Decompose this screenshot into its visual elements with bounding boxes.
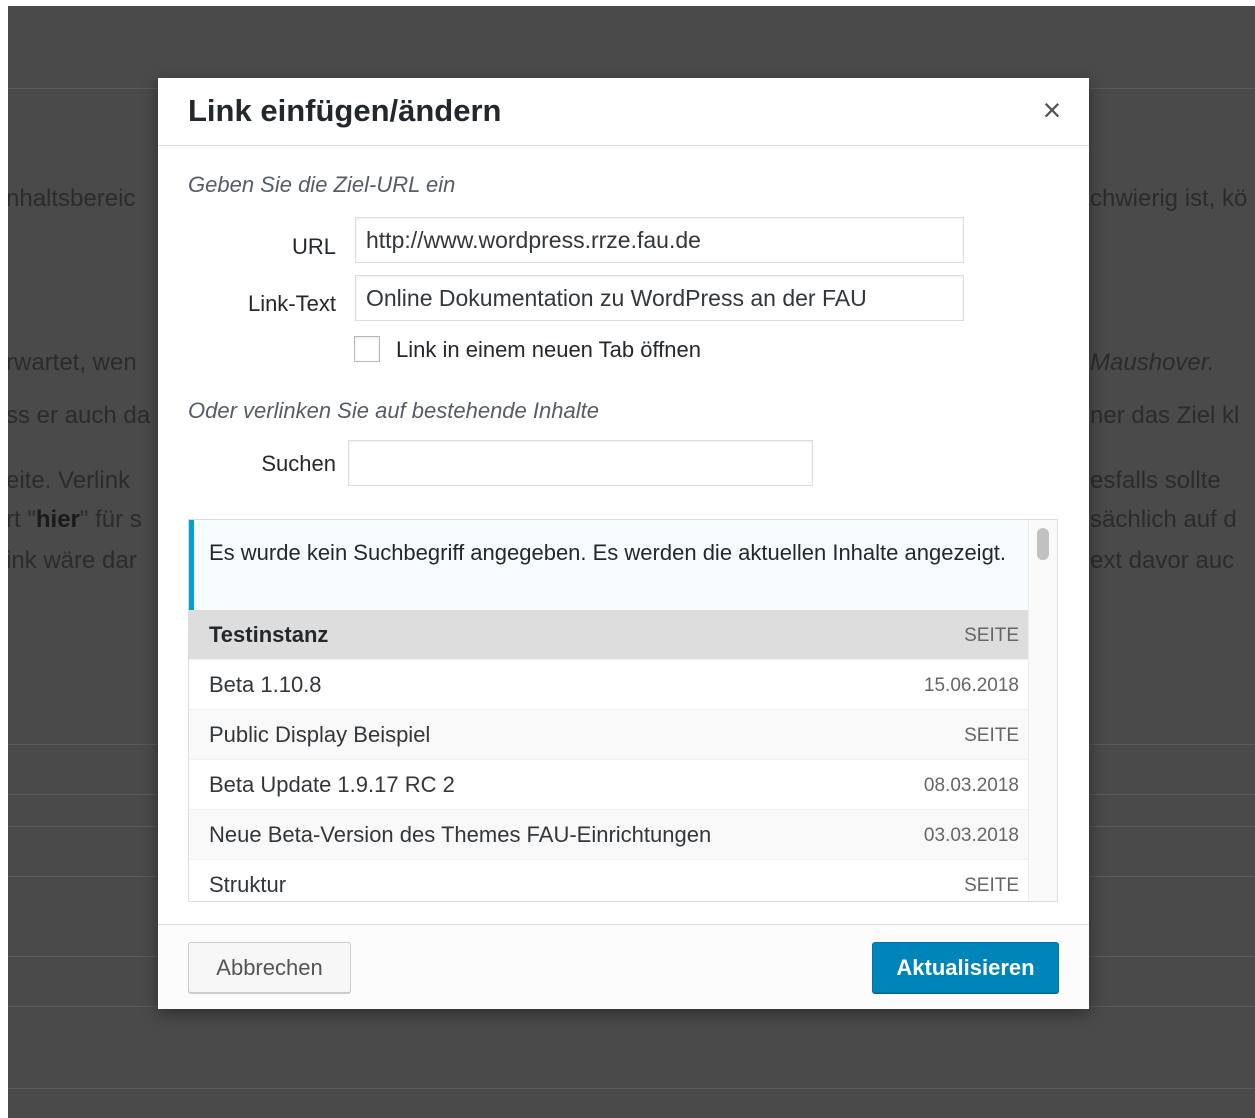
new-tab-checkbox[interactable] <box>354 336 380 362</box>
result-info: 03.03.2018 <box>923 825 1019 846</box>
link-text-input[interactable]: Online Dokumentation zu WordPress an der… <box>355 275 964 321</box>
result-title: Neue Beta-Version des Themes FAU-Einrich… <box>209 822 712 847</box>
search-label: Suchen <box>261 451 336 476</box>
update-button[interactable]: Aktualisieren <box>872 942 1059 993</box>
result-title: Beta 1.10.8 <box>209 672 322 697</box>
url-input[interactable]: http://www.wordpress.rrze.fau.de <box>355 217 964 263</box>
cancel-button[interactable]: Abbrechen <box>188 942 351 993</box>
result-item[interactable]: Testinstanz SEITE <box>189 610 1029 660</box>
result-title: Struktur <box>209 872 287 897</box>
result-info: 15.06.2018 <box>923 675 1019 696</box>
search-notice: Es wurde kein Suchbegriff angegeben. Es … <box>189 520 1029 610</box>
result-title: Beta Update 1.9.17 RC 2 <box>209 772 455 797</box>
bg-text-left: eite. Verlink <box>8 467 131 494</box>
result-item[interactable]: Beta Update 1.9.17 RC 2 08.03.2018 <box>189 760 1029 810</box>
bg-text-left: rwartet, wen <box>8 349 137 376</box>
bg-text-right: chwierig ist, kö <box>1090 185 1248 212</box>
bg-text-left: rt "hier" für s <box>8 506 142 533</box>
url-label: URL <box>291 234 336 259</box>
results-scrollbar[interactable] <box>1028 520 1057 901</box>
close-icon[interactable]: × <box>1035 92 1069 128</box>
url-section-heading: Geben Sie die Ziel-URL ein <box>188 172 456 197</box>
bg-text-right: sächlich auf d <box>1090 506 1237 533</box>
bg-text-left: ink wäre dar <box>8 547 137 574</box>
result-info: SEITE <box>964 725 1019 746</box>
bg-text-left: ss er auch da <box>8 402 151 429</box>
results-list[interactable]: Es wurde kein Suchbegriff angegeben. Es … <box>188 519 1058 902</box>
result-title: Public Display Beispiel <box>209 722 431 747</box>
dialog-footer: Abbrechen Aktualisieren <box>158 924 1089 1009</box>
result-item[interactable]: Neue Beta-Version des Themes FAU-Einrich… <box>189 810 1029 860</box>
bg-text-left: nhaltsbereic <box>8 185 136 212</box>
result-info: SEITE <box>964 875 1019 896</box>
divider <box>8 1088 1255 1089</box>
scrollbar-thumb[interactable] <box>1037 528 1049 560</box>
bg-text-right: esfalls sollte <box>1090 467 1221 494</box>
link-dialog: Link einfügen/ändern × Geben Sie die Zie… <box>158 78 1089 1009</box>
bg-text-right: ext davor auc <box>1090 547 1235 574</box>
bg-text-right: ner das Ziel kl <box>1090 402 1240 429</box>
bg-text-right: Maushover. <box>1090 349 1215 376</box>
notice-text: Es wurde kein Suchbegriff angegeben. Es … <box>209 540 1007 565</box>
result-title: Testinstanz <box>209 622 329 647</box>
result-info: 08.03.2018 <box>923 775 1019 796</box>
link-text-label: Link-Text <box>247 291 336 316</box>
result-item[interactable]: Struktur SEITE <box>189 860 1029 901</box>
dialog-title: Link einfügen/ändern <box>188 93 502 128</box>
result-info: SEITE <box>964 625 1019 646</box>
search-input[interactable] <box>348 440 813 486</box>
existing-content-heading: Oder verlinken Sie auf bestehende Inhalt… <box>188 398 599 423</box>
result-item[interactable]: Public Display Beispiel SEITE <box>189 710 1029 760</box>
new-tab-label[interactable]: Link in einem neuen Tab öffnen <box>396 337 701 363</box>
dialog-header: Link einfügen/ändern × <box>158 78 1089 146</box>
result-item[interactable]: Beta 1.10.8 15.06.2018 <box>189 660 1029 710</box>
